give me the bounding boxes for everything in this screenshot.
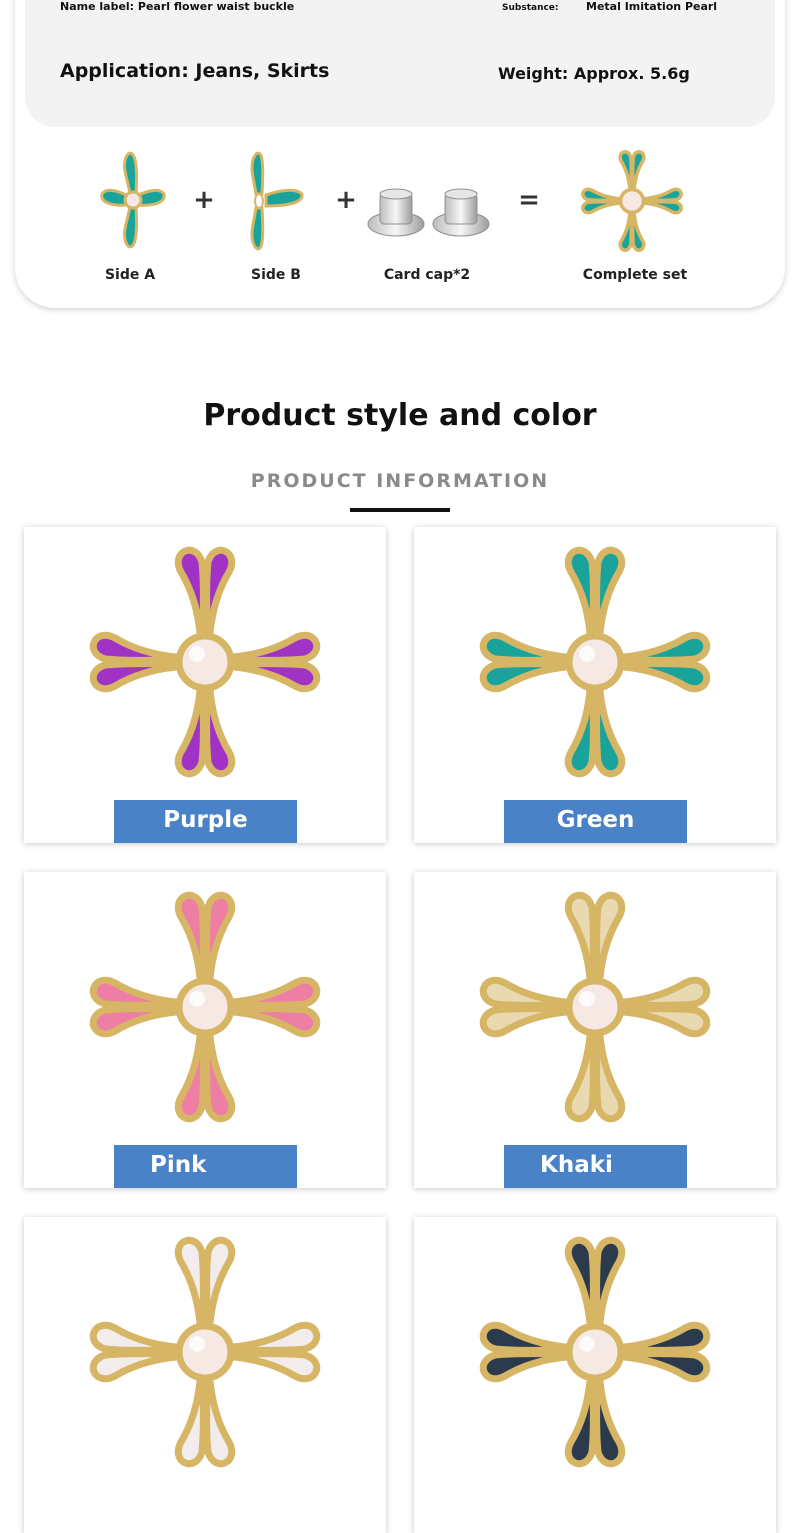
product-card-white[interactable]: [24, 1217, 386, 1533]
color-tag-pink: Pink: [114, 1145, 297, 1188]
purple-flower-image: [80, 537, 330, 787]
product-card-navy[interactable]: [414, 1217, 776, 1533]
equals-sign: =: [518, 185, 540, 215]
pink-flower-image: [80, 882, 330, 1132]
complete-set-image: [581, 150, 683, 252]
card-cap-image: [367, 188, 490, 237]
white-flower-image: [80, 1227, 330, 1477]
navy-flower-image: [470, 1227, 720, 1477]
side-a-label: Side A: [104, 267, 156, 283]
side-a-image: [100, 151, 166, 249]
color-tag-khaki: Khaki: [504, 1145, 687, 1188]
section-divider: [350, 508, 450, 512]
name-label: Name label: Pearl flower waist buckle: [60, 0, 295, 13]
complete-set-label: Complete set: [582, 267, 688, 283]
substance-value: Metal Imitation Pearl: [586, 0, 718, 13]
section-title: Product style and color: [203, 398, 597, 433]
side-b-image: [250, 151, 304, 251]
product-card-pink[interactable]: Pink: [24, 872, 386, 1188]
plus-sign: +: [335, 185, 357, 215]
plus-sign: +: [193, 185, 215, 215]
green-flower-image: [470, 537, 720, 787]
color-tag-purple: Purple: [114, 800, 297, 843]
card-cap-label: Card cap*2: [383, 267, 471, 283]
section-subtitle: PRODUCT INFORMATION: [250, 470, 550, 492]
product-card-khaki[interactable]: Khaki: [414, 872, 776, 1188]
color-tag-green: Green: [504, 800, 687, 843]
khaki-flower-image: [470, 882, 720, 1132]
application-text: Application: Jeans, Skirts: [60, 60, 330, 82]
weight-text: Weight: Approx. 5.6g: [498, 64, 690, 83]
side-b-label: Side B: [251, 267, 301, 283]
substance-label: Substance:: [502, 3, 559, 13]
product-card-green[interactable]: Green: [414, 527, 776, 843]
product-card-purple[interactable]: Purple: [24, 527, 386, 843]
